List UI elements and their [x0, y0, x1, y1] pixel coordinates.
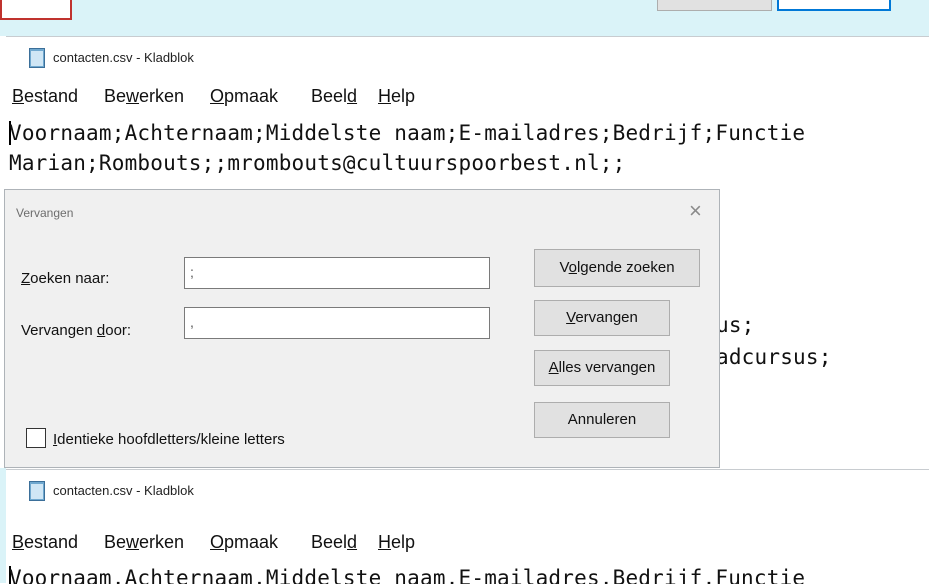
replace-label: Vervangen door:: [21, 322, 132, 339]
find-next-button[interactable]: Volgende zoeken: [534, 249, 700, 287]
replace-dialog: Vervangen × Zoeken naar: ; Vervangen doo…: [4, 189, 720, 468]
close-icon[interactable]: ×: [689, 200, 702, 222]
replace-input[interactable]: ,: [184, 307, 490, 339]
text-line-partial-2: adcursus;: [716, 345, 832, 369]
replace-button[interactable]: Vervangen: [534, 300, 670, 336]
menu-opmaak[interactable]: Opmaak: [210, 86, 278, 107]
menu-help-2[interactable]: Help: [378, 532, 415, 553]
window-title-2: contacten.csv - Kladblok: [53, 483, 194, 498]
notepad-icon: [29, 48, 45, 68]
title-bar-2: contacten.csv - Kladblok: [6, 470, 929, 512]
notepad-window-2: contacten.csv - Kladblok Bestand Bewerke…: [6, 469, 929, 584]
replace-all-button[interactable]: Alles vervangen: [534, 350, 670, 386]
menu-beeld-2[interactable]: Beeld: [311, 532, 357, 553]
window-title: contacten.csv - Kladblok: [53, 50, 194, 65]
text-line-1: Voornaam;Achternaam;Middelste naam;E-mai…: [9, 121, 806, 145]
text-line-2: Marian;Rombouts;;mrombouts@cultuurspoorb…: [9, 151, 626, 175]
find-input[interactable]: ;: [184, 257, 490, 289]
top-button-1[interactable]: [657, 0, 772, 11]
text-editor-2[interactable]: Voornaam,Achternaam,Middelste naam,E-mai…: [6, 564, 929, 584]
menu-bewerken[interactable]: Bewerken: [104, 86, 184, 107]
top-left-box: [0, 0, 72, 20]
menu-bar-2: Bestand Bewerken Opmaak Beeld Help: [6, 532, 929, 558]
find-label: Zoeken naar:: [21, 270, 110, 287]
menu-help[interactable]: Help: [378, 86, 415, 107]
title-bar: contacten.csv - Kladblok: [6, 37, 929, 79]
menu-opmaak-2[interactable]: Opmaak: [210, 532, 278, 553]
menu-bestand-2[interactable]: Bestand: [12, 532, 78, 553]
menu-bar: Bestand Bewerken Opmaak Beeld Help: [6, 86, 929, 112]
text-line-partial-1: us;: [716, 313, 755, 337]
cancel-button[interactable]: Annuleren: [534, 402, 670, 438]
top-button-2[interactable]: [777, 0, 891, 11]
text-line-1-2: Voornaam,Achternaam,Middelste naam,E-mai…: [9, 566, 806, 584]
match-case-label[interactable]: Identieke hoofdletters/kleine letters: [53, 431, 285, 448]
checkbox-icon[interactable]: [26, 428, 46, 448]
dialog-title: Vervangen: [16, 206, 74, 220]
notepad-icon: [29, 481, 45, 501]
menu-bestand[interactable]: Bestand: [12, 86, 78, 107]
menu-bewerken-2[interactable]: Bewerken: [104, 532, 184, 553]
menu-beeld[interactable]: Beeld: [311, 86, 357, 107]
